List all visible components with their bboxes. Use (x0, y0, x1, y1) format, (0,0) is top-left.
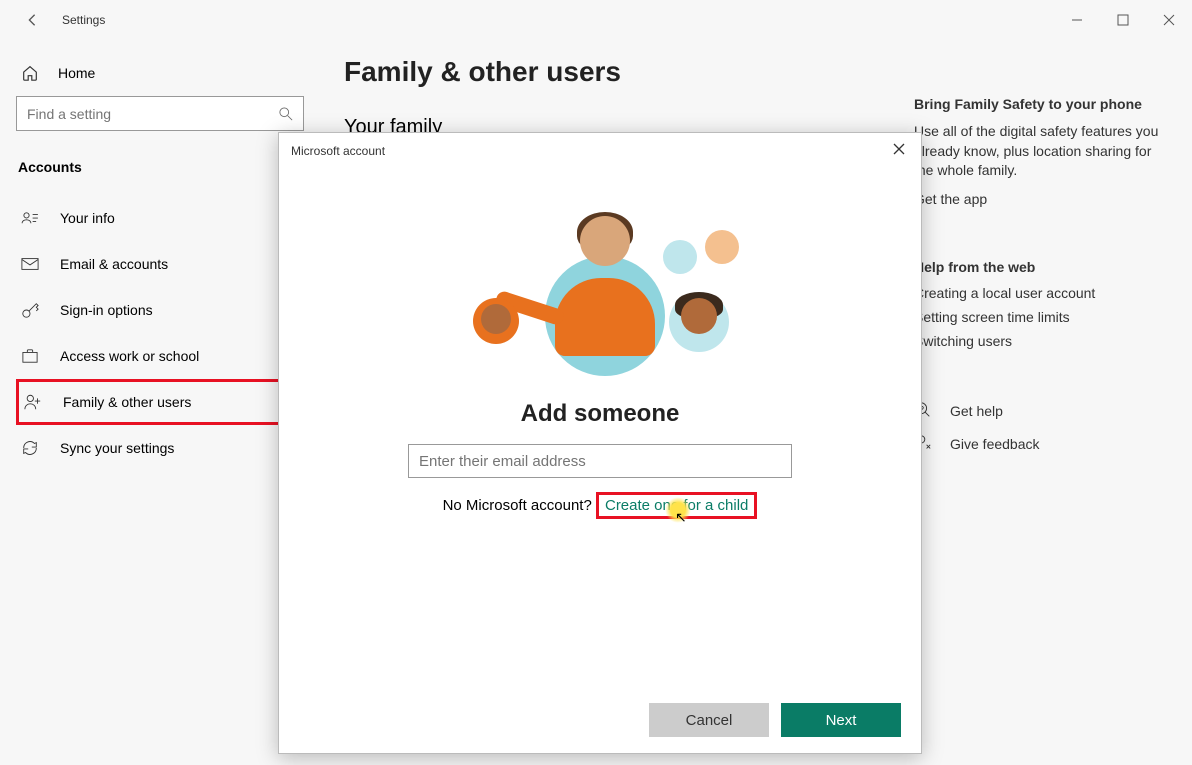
hand-cursor-icon: ↖ (675, 509, 687, 526)
get-help-row[interactable]: ? Get help (914, 401, 1174, 422)
minimize-button[interactable] (1054, 4, 1100, 36)
family-illustration (465, 216, 735, 386)
sidebar-item-your-info[interactable]: Your info (16, 195, 304, 241)
close-icon (893, 143, 905, 155)
close-icon (1163, 14, 1175, 26)
right-safety-desc: Use all of the digital safety features y… (914, 122, 1174, 181)
help-link-local-user[interactable]: Creating a local user account (914, 285, 1174, 301)
back-button[interactable] (16, 13, 48, 27)
maximize-button[interactable] (1100, 4, 1146, 36)
dialog-close-button[interactable] (889, 143, 909, 158)
sidebar-home[interactable]: Home (16, 56, 304, 96)
sync-icon (20, 439, 40, 457)
sidebar-item-label: Family & other users (63, 394, 191, 410)
right-heading-help: Help from the web (914, 259, 1174, 275)
person-add-icon (23, 393, 43, 411)
minimize-icon (1071, 14, 1083, 26)
cancel-button[interactable]: Cancel (649, 703, 769, 737)
sidebar-item-work-school[interactable]: Access work or school (16, 333, 304, 379)
no-account-text: No Microsoft account? (443, 497, 596, 514)
next-button[interactable]: Next (781, 703, 901, 737)
sidebar-category: Accounts (16, 151, 304, 195)
window-title: Settings (62, 13, 105, 27)
sidebar-item-email[interactable]: Email & accounts (16, 241, 304, 287)
help-link-screen-time[interactable]: Setting screen time limits (914, 309, 1174, 325)
search-input-wrapper[interactable] (16, 96, 304, 131)
right-heading-safety: Bring Family Safety to your phone (914, 96, 1174, 112)
give-feedback-label: Give feedback (950, 436, 1040, 452)
help-link-switching[interactable]: Switching users (914, 333, 1174, 349)
email-field[interactable] (408, 444, 792, 478)
dialog-title: Microsoft account (291, 144, 385, 158)
give-feedback-row[interactable]: Give feedback (914, 434, 1174, 455)
sidebar: Home Accounts Your info Email & accounts… (0, 40, 320, 765)
dialog-heading: Add someone (521, 400, 680, 428)
get-help-label: Get help (950, 403, 1003, 419)
sidebar-item-signin[interactable]: Sign-in options (16, 287, 304, 333)
briefcase-icon (20, 348, 40, 364)
sidebar-item-label: Access work or school (60, 348, 199, 364)
sidebar-item-family[interactable]: Family & other users (16, 379, 304, 425)
mail-icon (20, 257, 40, 271)
home-icon (20, 64, 40, 82)
sidebar-item-label: Sign-in options (60, 302, 153, 318)
search-input[interactable] (27, 106, 279, 122)
close-window-button[interactable] (1146, 4, 1192, 36)
sidebar-item-label: Email & accounts (60, 256, 168, 272)
get-app-link[interactable]: Get the app (914, 191, 1174, 207)
key-icon (20, 301, 40, 319)
sidebar-item-label: Sync your settings (60, 440, 174, 456)
sidebar-item-label: Your info (60, 210, 115, 226)
maximize-icon (1117, 14, 1129, 26)
search-icon (279, 107, 293, 121)
add-member-dialog: Microsoft account Add someone No Microso… (278, 132, 922, 754)
sidebar-item-sync[interactable]: Sync your settings (16, 425, 304, 471)
sidebar-home-label: Home (58, 65, 95, 81)
page-title: Family & other users (344, 56, 914, 88)
back-arrow-icon (25, 13, 39, 27)
person-card-icon (20, 211, 40, 225)
